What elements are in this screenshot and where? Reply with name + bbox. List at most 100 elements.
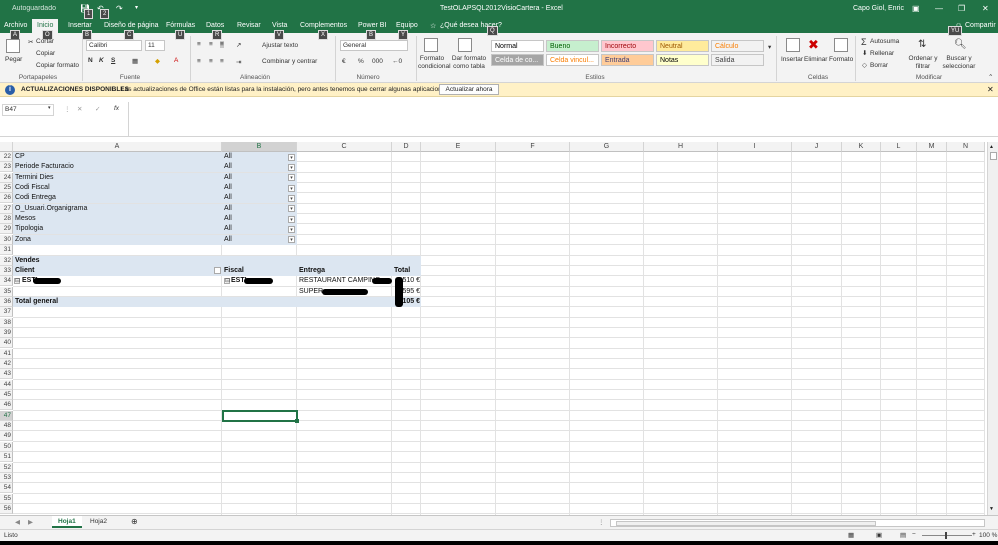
tab-vista[interactable]: Vista xyxy=(272,22,287,29)
paste-button[interactable]: Pegar xyxy=(5,56,22,63)
tab-complementos[interactable]: Complementos xyxy=(300,22,347,29)
name-box-dropdown-icon[interactable]: ▾ xyxy=(48,105,51,111)
tab-equipo[interactable]: Equipo xyxy=(396,22,418,29)
row-header-50[interactable]: 50 xyxy=(0,441,13,452)
pivot-header-client[interactable]: Client xyxy=(13,265,222,276)
row-header-22[interactable]: 22 xyxy=(0,152,13,162)
tab-power-bi[interactable]: Power BI xyxy=(358,22,386,29)
column-header-k[interactable]: K xyxy=(842,142,881,152)
row-header-34[interactable]: 34 xyxy=(0,276,13,287)
clear-button[interactable]: Borrar xyxy=(870,62,888,69)
vertical-scrollbar[interactable]: ▲ ▼ xyxy=(987,142,998,515)
row-header-31[interactable]: 31 xyxy=(0,245,13,256)
collapse-toggle-icon[interactable]: ⊟ xyxy=(224,278,230,285)
prev-sheet-icon[interactable]: ◀ xyxy=(15,518,20,526)
comma-icon[interactable]: 000 xyxy=(372,58,383,65)
page-layout-view-icon[interactable]: ▣ xyxy=(876,531,882,539)
row-header-38[interactable]: 38 xyxy=(0,317,13,328)
align-bottom-icon[interactable]: ≡ xyxy=(220,41,224,48)
row-header-51[interactable]: 51 xyxy=(0,452,13,463)
filter-dropdown-icon[interactable]: ▾ xyxy=(288,236,295,244)
row-header-26[interactable]: 26 xyxy=(0,193,13,204)
tab-diseno-pagina[interactable]: Diseño de página xyxy=(104,22,159,29)
filter-dropdown-icon[interactable]: ▾ xyxy=(288,163,295,171)
orientation-icon[interactable]: ↗ xyxy=(236,41,241,49)
paste-icon[interactable] xyxy=(6,39,20,53)
fill-icon[interactable]: ⬇ xyxy=(862,49,867,57)
pivot-measure-label[interactable]: Vendes xyxy=(13,255,421,266)
cell-style-celda-vincul-[interactable]: Celda vincul... xyxy=(546,54,599,66)
filter-dropdown-icon[interactable]: ▾ xyxy=(288,184,295,192)
column-header-a[interactable]: A xyxy=(13,142,222,152)
filter-field-value[interactable]: All xyxy=(222,234,297,245)
zoom-slider[interactable] xyxy=(922,535,972,536)
zoom-in-icon[interactable]: + xyxy=(972,531,976,538)
align-center-icon[interactable]: ≡ xyxy=(209,58,213,65)
filter-dropdown-icon[interactable]: ▾ xyxy=(288,174,295,182)
font-color-icon[interactable]: A xyxy=(174,57,178,64)
sort-filter-button[interactable]: Ordenar y filtrar xyxy=(907,55,939,71)
column-header-b[interactable]: B xyxy=(222,142,297,152)
row-header-45[interactable]: 45 xyxy=(0,390,13,401)
pivot-header-entrega[interactable]: Entrega xyxy=(297,265,392,276)
column-header-h[interactable]: H xyxy=(644,142,718,152)
vertical-scroll-thumb[interactable] xyxy=(990,152,997,160)
bold-button[interactable]: N xyxy=(88,57,93,64)
row-header-33[interactable]: 33 xyxy=(0,265,13,276)
row-header-41[interactable]: 41 xyxy=(0,348,13,359)
underline-button[interactable]: S xyxy=(111,57,115,64)
tab-formulas[interactable]: Fórmulas xyxy=(166,22,195,29)
row-header-39[interactable]: 39 xyxy=(0,327,13,338)
cell-style-normal[interactable]: Normal xyxy=(491,40,544,52)
scroll-down-icon[interactable]: ▼ xyxy=(989,506,994,512)
ribbon-display-icon[interactable]: ▣ xyxy=(912,4,920,13)
increase-decimal-icon[interactable]: ←0 xyxy=(392,58,402,65)
close-icon[interactable]: ✕ xyxy=(982,4,989,13)
filter-field-value[interactable]: All xyxy=(222,203,297,214)
filter-dropdown-icon[interactable]: ▾ xyxy=(288,153,295,161)
customize-qat-icon[interactable]: ▾ xyxy=(135,4,138,11)
delete-cells-icon[interactable]: ✖ xyxy=(808,37,819,53)
fill-handle[interactable] xyxy=(295,418,299,423)
insert-cells-button[interactable]: Insertar xyxy=(781,56,803,63)
row-header-42[interactable]: 42 xyxy=(0,359,13,369)
row-header-43[interactable]: 43 xyxy=(0,369,13,380)
tab-revisar[interactable]: Revisar xyxy=(237,22,261,29)
cell-style-incorrecto[interactable]: Incorrecto xyxy=(601,40,654,52)
filter-field-label[interactable]: Zona xyxy=(13,234,222,245)
filter-field-label[interactable]: Mesos xyxy=(13,214,222,225)
font-name-select[interactable]: Calibri xyxy=(86,40,142,51)
column-header-j[interactable]: J xyxy=(792,142,842,152)
indent-icon[interactable]: ⇥ xyxy=(236,58,241,66)
row-header-49[interactable]: 49 xyxy=(0,431,13,442)
autosum-icon[interactable]: Σ xyxy=(861,37,867,47)
column-header-m[interactable]: M xyxy=(917,142,947,152)
merge-center-button[interactable]: Combinar y centrar xyxy=(262,58,317,65)
filter-dropdown-icon[interactable]: ▾ xyxy=(288,205,295,213)
column-header-d[interactable]: D xyxy=(392,142,421,152)
row-header-23[interactable]: 23 xyxy=(0,162,13,173)
filter-dropdown-icon[interactable]: ▾ xyxy=(288,194,295,202)
column-header-g[interactable]: G xyxy=(570,142,644,152)
pivot-header-fiscal[interactable]: Fiscal xyxy=(222,265,297,276)
formula-input[interactable] xyxy=(128,102,998,136)
collapse-ribbon-icon[interactable]: ⌃ xyxy=(988,73,993,81)
row-header-27[interactable]: 27 xyxy=(0,203,13,214)
format-cells-icon[interactable] xyxy=(834,38,848,52)
borders-icon[interactable]: ▦ xyxy=(132,57,138,65)
horizontal-scrollbar[interactable] xyxy=(610,519,985,527)
insert-cells-icon[interactable] xyxy=(786,38,800,52)
pivot-header-total[interactable]: Total xyxy=(392,265,421,276)
percent-icon[interactable]: % xyxy=(358,58,364,65)
insert-function-button[interactable]: fx xyxy=(114,105,119,112)
user-name[interactable]: Capo Giol, Enric xyxy=(853,5,904,12)
fill-button[interactable]: Rellenar xyxy=(870,50,894,57)
cut-icon[interactable]: ✂ xyxy=(28,38,33,46)
cell-style-notas[interactable]: Notas xyxy=(656,54,709,66)
row-header-47[interactable]: 47 xyxy=(0,410,13,421)
filter-field-value[interactable]: All xyxy=(222,214,297,225)
tab-archivo[interactable]: Archivo xyxy=(4,22,27,29)
row-header-36[interactable]: 36 xyxy=(0,296,13,307)
align-middle-icon[interactable]: ≡ xyxy=(209,41,213,48)
horizontal-scroll-thumb[interactable] xyxy=(616,521,876,526)
